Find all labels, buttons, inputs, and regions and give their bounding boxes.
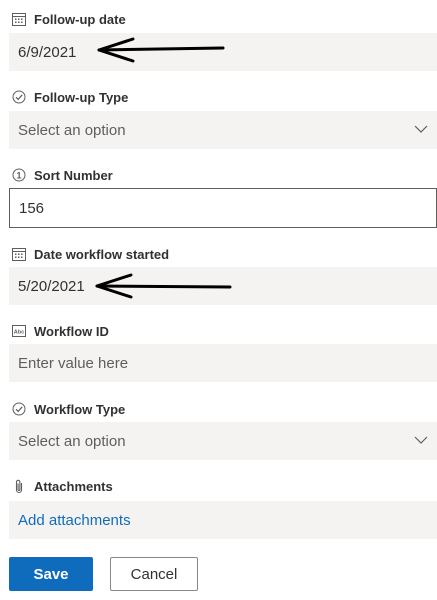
calendar-icon (11, 12, 26, 27)
annotation-arrow (97, 37, 225, 63)
attachments-label: Attachments (11, 477, 113, 495)
svg-text:1: 1 (16, 171, 21, 181)
attachments-label-text: Attachments (34, 478, 113, 494)
workflow-type-placeholder: Select an option (18, 432, 126, 450)
follow-up-date-label-text: Follow-up date (34, 11, 126, 27)
sort-number-value: 156 (19, 199, 45, 217)
check-circle-icon (11, 90, 26, 105)
workflow-id-label: Abc Workflow ID (11, 322, 109, 340)
follow-up-type-label-text: Follow-up Type (34, 89, 129, 105)
workflow-type-label-text: Workflow Type (34, 401, 126, 417)
workflow-id-label-text: Workflow ID (34, 323, 109, 339)
follow-up-type-label: Follow-up Type (11, 88, 128, 106)
date-workflow-started-label: Date workflow started (11, 245, 169, 263)
check-circle-icon (11, 402, 26, 417)
cancel-button[interactable]: Cancel (110, 557, 198, 591)
attachments-box: Add attachments (9, 501, 437, 539)
follow-up-date-value: 6/9/2021 (18, 43, 77, 61)
paperclip-icon (11, 479, 26, 494)
sort-number-label-text: Sort Number (34, 167, 113, 183)
annotation-arrow (95, 273, 232, 299)
sort-number-label: 1 Sort Number (11, 166, 113, 184)
sort-number-input[interactable]: 156 (9, 188, 437, 228)
follow-up-type-placeholder: Select an option (18, 121, 126, 139)
workflow-type-label: Workflow Type (11, 400, 125, 418)
calendar-icon (11, 247, 26, 262)
add-attachments-link[interactable]: Add attachments (18, 512, 131, 529)
follow-up-type-select[interactable]: Select an option (9, 111, 437, 149)
follow-up-date-label: Follow-up date (11, 10, 126, 28)
number-circle-icon: 1 (11, 168, 26, 183)
chevron-down-icon (414, 433, 428, 451)
date-workflow-started-value: 5/20/2021 (18, 277, 85, 295)
save-button[interactable]: Save (9, 557, 93, 591)
workflow-type-select[interactable]: Select an option (9, 422, 437, 460)
svg-text:Abc: Abc (13, 330, 23, 336)
workflow-id-input[interactable]: Enter value here (9, 344, 437, 382)
text-field-icon: Abc (11, 324, 26, 339)
chevron-down-icon (414, 122, 428, 140)
date-workflow-started-label-text: Date workflow started (34, 246, 170, 262)
workflow-id-placeholder: Enter value here (18, 354, 129, 372)
